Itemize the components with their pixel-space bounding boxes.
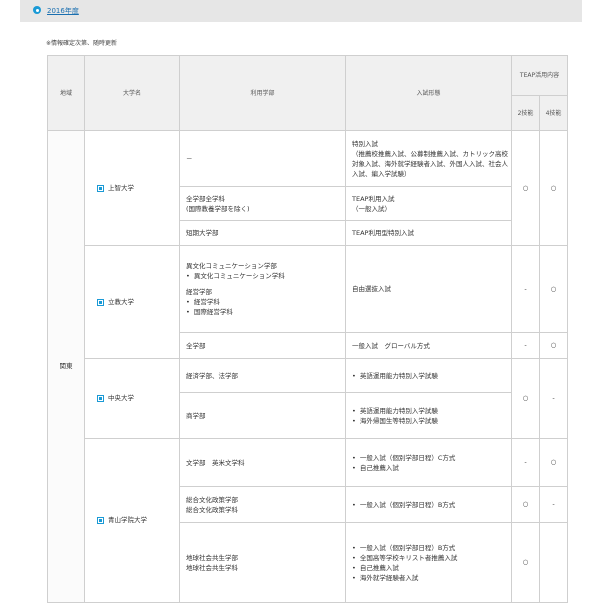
- exam-cell: 一般入試（個別学部日程）B方式: [345, 486, 512, 523]
- four-skill-cell: ○: [539, 332, 568, 359]
- faculty-cell: －: [179, 130, 346, 187]
- radio-selected-icon[interactable]: [33, 6, 41, 14]
- faculty-text: 総合文化政策学部: [186, 495, 238, 504]
- university-link-icon: [97, 298, 104, 306]
- update-note: ※情報確定次第、随時更新: [46, 40, 118, 47]
- four-skill-cell: ○: [539, 438, 568, 487]
- two-skill-cell: -: [511, 245, 540, 333]
- university-cell: 中央大学: [84, 358, 180, 439]
- faculty-text: 全学部全学科: [186, 194, 225, 203]
- two-skill-cell: ○: [511, 130, 540, 246]
- university-link-icon: [97, 395, 104, 402]
- table-row: 青山学院大学 文学部 英米文学科 一般入試（個別学部日程）C方式 自己推薦入試 …: [48, 438, 568, 603]
- faculty-text: 地球社会共生学部: [186, 553, 238, 562]
- faculty-text: 異文化コミュニケーション学部: [186, 262, 277, 270]
- exam-cell: 特別入試 （推薦校推薦入試、公募制推薦入試、カトリック高校対象入試、海外就学経験…: [345, 130, 512, 187]
- list-item: 一般入試（個別学部日程）B方式: [352, 543, 511, 553]
- faculty-cell: 短期大学部: [179, 220, 346, 246]
- exam-text: （一般入試）: [352, 204, 391, 213]
- header-two-skill: 2技能: [511, 95, 540, 131]
- header-exam-type: 入試形態: [345, 55, 512, 131]
- faculty-cell: 経済学部、法学部: [179, 358, 346, 393]
- teap-university-table: 地域 大学名 利用学部 入試形態 TEAP活用内容 2技能 4技能 関東 上智大…: [47, 55, 568, 603]
- two-skill-cell: -: [511, 438, 540, 487]
- table-row: 関東 上智大学 － 特別入試 （推薦校推薦入試、公募制推薦入試、カトリック高校対…: [47, 130, 568, 603]
- list-item: 自己推薦入試: [352, 463, 511, 473]
- exam-text: 特別入試: [352, 139, 378, 148]
- faculty-cell: 全学部: [179, 332, 346, 359]
- faculty-text: 経営学部: [186, 288, 212, 296]
- faculty-text: (国際教養学部を除く): [186, 204, 250, 213]
- exam-cell: 英語運用能力特別入学試験 海外帰国生等特別入学試験: [345, 392, 512, 439]
- list-item: 英語運用能力特別入学試験: [352, 406, 511, 416]
- faculty-cell: 総合文化政策学部 総合文化政策学科: [179, 486, 346, 523]
- exam-cell: TEAP利用型特別入試: [345, 220, 512, 246]
- university-link-aoyama[interactable]: 青山学院大学: [108, 516, 147, 525]
- exam-cell: 一般入試（個別学部日程）C方式 自己推薦入試: [345, 438, 512, 487]
- year-link[interactable]: 2016年度: [47, 6, 79, 16]
- university-link-chuo[interactable]: 中央大学: [108, 394, 134, 403]
- list-item: 一般入試（個別学部日程）C方式: [352, 453, 511, 463]
- table-row: 立教大学 異文化コミュニケーション学部 異文化コミュニケーション学科 経営学部 …: [48, 245, 568, 359]
- university-link-sophia[interactable]: 上智大学: [108, 184, 134, 193]
- table-row: 中央大学 経済学部、法学部 英語運用能力特別入学試験 ○ -: [48, 358, 568, 439]
- list-item: 自己推薦入試: [352, 563, 511, 573]
- university-link-icon: [97, 184, 104, 192]
- exam-cell: 自由選抜入試: [345, 245, 512, 333]
- university-cell: 立教大学: [84, 245, 180, 359]
- exam-cell: 一般入試 グローバル方式: [345, 332, 512, 359]
- four-skill-cell: -: [539, 486, 568, 523]
- four-skill-cell: ○: [539, 130, 568, 246]
- four-skill-cell: -: [539, 358, 568, 439]
- header-faculty: 利用学部: [179, 55, 346, 131]
- region-cell: 関東: [47, 130, 85, 603]
- exam-cell: TEAP利用入試 （一般入試）: [345, 186, 512, 221]
- list-item: 国際経営学科: [186, 307, 345, 317]
- faculty-text: 地球社会共生学科: [186, 563, 238, 572]
- list-item: 海外帰国生等特別入学試験: [352, 416, 511, 426]
- list-item: 英語運用能力特別入学試験: [352, 371, 511, 381]
- two-skill-cell: ○: [511, 358, 540, 439]
- university-link-rikkyo[interactable]: 立教大学: [108, 298, 134, 307]
- four-skill-cell: ○: [539, 245, 568, 333]
- two-skill-cell: ○: [511, 486, 540, 523]
- two-skill-cell: -: [511, 332, 540, 359]
- list-item: 経営学科: [186, 297, 345, 307]
- header-teap-content: TEAP活用内容: [511, 55, 568, 96]
- faculty-cell: 異文化コミュニケーション学部 異文化コミュニケーション学科 経営学部 経営学科 …: [179, 245, 346, 333]
- exam-cell: 英語運用能力特別入学試験: [345, 358, 512, 393]
- faculty-cell: 文学部 英米文学科: [179, 438, 346, 487]
- university-cell: 青山学院大学: [84, 438, 180, 603]
- faculty-text: 総合文化政策学科: [186, 505, 238, 514]
- exam-text: TEAP利用入試: [352, 194, 395, 203]
- list-item: 全国高等学校キリスト者推薦入試: [352, 553, 511, 563]
- faculty-cell: 商学部: [179, 392, 346, 439]
- list-item: 一般入試（個別学部日程）B方式: [352, 500, 511, 510]
- header-region: 地域: [47, 55, 85, 131]
- header-university: 大学名: [84, 55, 180, 131]
- university-link-icon: [97, 517, 104, 524]
- list-item: 海外就学経験者入試: [352, 573, 511, 583]
- list-item: 異文化コミュニケーション学科: [186, 271, 345, 281]
- header-four-skill: 4技能: [539, 95, 568, 131]
- year-header-bar: 2016年度: [20, 0, 582, 22]
- exam-text: （推薦校推薦入試、公募制推薦入試、カトリック高校対象入試、海外就学経験者入試、外…: [352, 149, 508, 178]
- university-cell: 上智大学: [84, 130, 180, 246]
- faculty-cell: 全学部全学科 (国際教養学部を除く): [179, 186, 346, 221]
